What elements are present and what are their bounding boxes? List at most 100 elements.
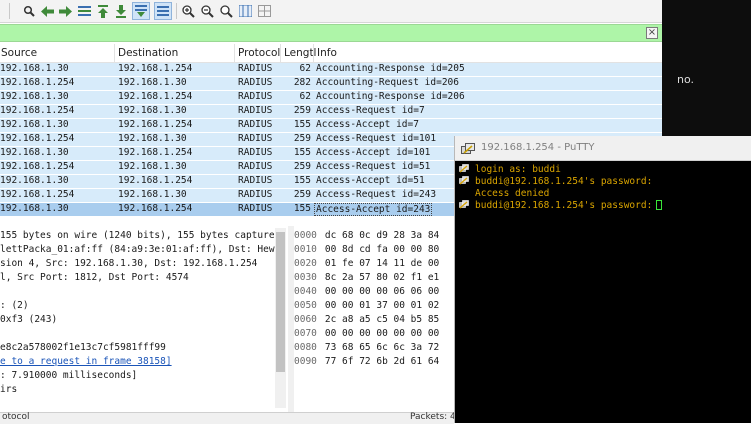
packet-protocol: RADIUS bbox=[238, 161, 273, 172]
find-packet-icon[interactable] bbox=[21, 3, 37, 19]
column-info[interactable]: Info bbox=[317, 47, 337, 59]
putty-line-icon bbox=[459, 176, 469, 185]
details-scrollbar-thumb[interactable] bbox=[276, 232, 285, 372]
packet-destination: 192.168.1.254 bbox=[118, 91, 193, 102]
column-protocol[interactable]: Protocol bbox=[238, 47, 280, 59]
packet-info: Accounting-Response id=206 bbox=[316, 91, 465, 102]
packet-source: 192.168.1.30 bbox=[0, 119, 69, 130]
packet-row[interactable]: 192.168.1.30 192.168.1.254 RADIUS 62 Acc… bbox=[0, 63, 662, 76]
packet-row[interactable]: 192.168.1.30 192.168.1.254 RADIUS 155 Ac… bbox=[0, 119, 662, 132]
putty-window[interactable]: 192.168.1.254 - PuTTY login as: buddi bu… bbox=[454, 136, 751, 423]
detail-time[interactable]: : 7.910000 milliseconds] bbox=[0, 370, 137, 381]
column-length[interactable]: Lengtl bbox=[284, 47, 316, 59]
zoom-reset-icon[interactable] bbox=[218, 3, 234, 19]
packet-info: Accounting-Request id=206 bbox=[316, 77, 459, 88]
packet-protocol: RADIUS bbox=[238, 147, 273, 158]
terminal-line[interactable]: buddi@192.168.1.254's password: bbox=[459, 200, 663, 211]
putty-title-bar[interactable]: 192.168.1.254 - PuTTY bbox=[455, 136, 751, 161]
detail-radius-id[interactable]: 0xf3 (243) bbox=[0, 314, 57, 325]
packet-destination: 192.168.1.30 bbox=[118, 189, 187, 200]
terminal-text: login as: buddi bbox=[475, 164, 561, 175]
status-protocol: otocol bbox=[2, 412, 30, 422]
hex-row[interactable]: 0090 77 6f 72 6b 2d 61 64 bbox=[294, 356, 439, 367]
packet-destination: 192.168.1.30 bbox=[118, 105, 187, 116]
detail-radius-code[interactable]: : (2) bbox=[0, 300, 29, 311]
go-first-icon[interactable] bbox=[95, 3, 111, 19]
packet-length: 155 bbox=[293, 175, 311, 186]
packet-source: 192.168.1.30 bbox=[0, 203, 69, 214]
display-filter-input[interactable]: × bbox=[0, 24, 662, 42]
background-text: no. bbox=[677, 73, 695, 86]
hex-row[interactable]: 0020 01 fe 07 14 11 de 00 bbox=[294, 258, 439, 269]
hex-offset: 0060 bbox=[294, 314, 317, 325]
packet-length: 259 bbox=[293, 161, 311, 172]
packet-length: 155 bbox=[293, 203, 311, 214]
packet-row[interactable]: 192.168.1.254 192.168.1.30 RADIUS 282 Ac… bbox=[0, 77, 662, 90]
putty-icon bbox=[461, 141, 475, 154]
packet-destination: 192.168.1.254 bbox=[118, 203, 193, 214]
packet-info: Access-Accept id=51 bbox=[316, 175, 425, 186]
packet-length: 282 bbox=[293, 77, 311, 88]
hex-row[interactable]: 0060 2c a8 a5 c5 04 b5 85 bbox=[294, 314, 439, 325]
column-divider[interactable] bbox=[114, 44, 115, 62]
detail-response-link[interactable]: e to a request in frame 38158] bbox=[0, 356, 172, 367]
packet-row[interactable]: 192.168.1.254 192.168.1.30 RADIUS 259 Ac… bbox=[0, 105, 662, 118]
detail-avps[interactable]: irs bbox=[0, 384, 17, 395]
hex-row[interactable]: 0050 00 00 01 37 00 01 02 bbox=[294, 300, 439, 311]
detail-udp[interactable]: l, Src Port: 1812, Dst Port: 4574 bbox=[0, 272, 189, 283]
clear-filter-button[interactable]: × bbox=[646, 27, 658, 39]
packet-protocol: RADIUS bbox=[238, 91, 273, 102]
putty-line-icon bbox=[459, 164, 469, 173]
detail-authenticator[interactable]: e8c2a578002f1e13c7cf5981fff99 bbox=[0, 342, 166, 353]
zoom-out-icon[interactable] bbox=[199, 3, 215, 19]
packet-source: 192.168.1.254 bbox=[0, 133, 75, 144]
packet-source: 192.168.1.30 bbox=[0, 91, 69, 102]
column-source[interactable]: Source bbox=[1, 47, 37, 59]
go-back-icon[interactable] bbox=[39, 3, 55, 19]
packet-length: 259 bbox=[293, 105, 311, 116]
terminal-text: Access denied bbox=[475, 188, 550, 199]
hex-row[interactable]: 0040 00 00 00 00 06 06 00 bbox=[294, 286, 439, 297]
putty-title: 192.168.1.254 - PuTTY bbox=[481, 142, 595, 153]
packet-destination: 192.168.1.254 bbox=[118, 175, 193, 186]
packet-length: 62 bbox=[299, 91, 311, 102]
hex-row[interactable]: 0070 00 00 00 00 00 00 00 bbox=[294, 328, 439, 339]
go-last-icon[interactable] bbox=[113, 3, 129, 19]
packet-info: Access-Accept id=101 bbox=[316, 147, 431, 158]
go-forward-icon[interactable] bbox=[57, 3, 73, 19]
column-divider[interactable] bbox=[280, 44, 281, 62]
go-to-packet-icon[interactable] bbox=[76, 3, 92, 19]
hex-offset: 0030 bbox=[294, 272, 317, 283]
hex-row[interactable]: 0000 dc 68 0c d9 28 3a 84 bbox=[294, 230, 439, 241]
packet-destination: 192.168.1.30 bbox=[118, 161, 187, 172]
hex-row[interactable]: 0030 8c 2a 57 80 02 f1 e1 bbox=[294, 272, 439, 283]
packet-source: 192.168.1.254 bbox=[0, 105, 75, 116]
hex-offset: 0050 bbox=[294, 300, 317, 311]
resize-columns-icon[interactable] bbox=[237, 3, 253, 19]
detail-ethernet[interactable]: lettPacka_01:af:ff (84:a9:3e:01:af:ff), … bbox=[0, 244, 280, 255]
colorize-icon[interactable] bbox=[154, 2, 172, 20]
packet-protocol: RADIUS bbox=[238, 203, 273, 214]
detail-frame[interactable]: 155 bytes on wire (1240 bits), 155 bytes… bbox=[0, 230, 280, 241]
column-divider[interactable] bbox=[313, 44, 314, 62]
packet-protocol: RADIUS bbox=[238, 63, 273, 74]
hex-row[interactable]: 0080 73 68 65 6c 6c 3a 72 bbox=[294, 342, 439, 353]
hex-offset: 0020 bbox=[294, 258, 317, 269]
zoom-in-icon[interactable] bbox=[180, 3, 196, 19]
detail-ip[interactable]: sion 4, Src: 192.168.1.30, Dst: 192.168.… bbox=[0, 258, 257, 269]
packet-length: 259 bbox=[293, 189, 311, 200]
column-divider[interactable] bbox=[234, 44, 235, 62]
hex-offset: 0040 bbox=[294, 286, 317, 297]
packet-info: Access-Accept id=243 bbox=[314, 203, 433, 216]
layout-icon[interactable] bbox=[256, 3, 272, 19]
status-packets: Packets: 4 bbox=[410, 412, 456, 422]
column-destination[interactable]: Destination bbox=[118, 47, 178, 59]
hex-row[interactable]: 0010 00 8d cd fa 00 00 80 bbox=[294, 244, 439, 255]
packet-destination: 192.168.1.254 bbox=[118, 63, 193, 74]
packet-info: Access-Request id=243 bbox=[316, 189, 437, 200]
packet-source: 192.168.1.254 bbox=[0, 189, 75, 200]
auto-scroll-icon[interactable] bbox=[132, 2, 150, 20]
packet-row[interactable]: 192.168.1.30 192.168.1.254 RADIUS 62 Acc… bbox=[0, 91, 662, 104]
packet-protocol: RADIUS bbox=[238, 77, 273, 88]
packet-protocol: RADIUS bbox=[238, 105, 273, 116]
